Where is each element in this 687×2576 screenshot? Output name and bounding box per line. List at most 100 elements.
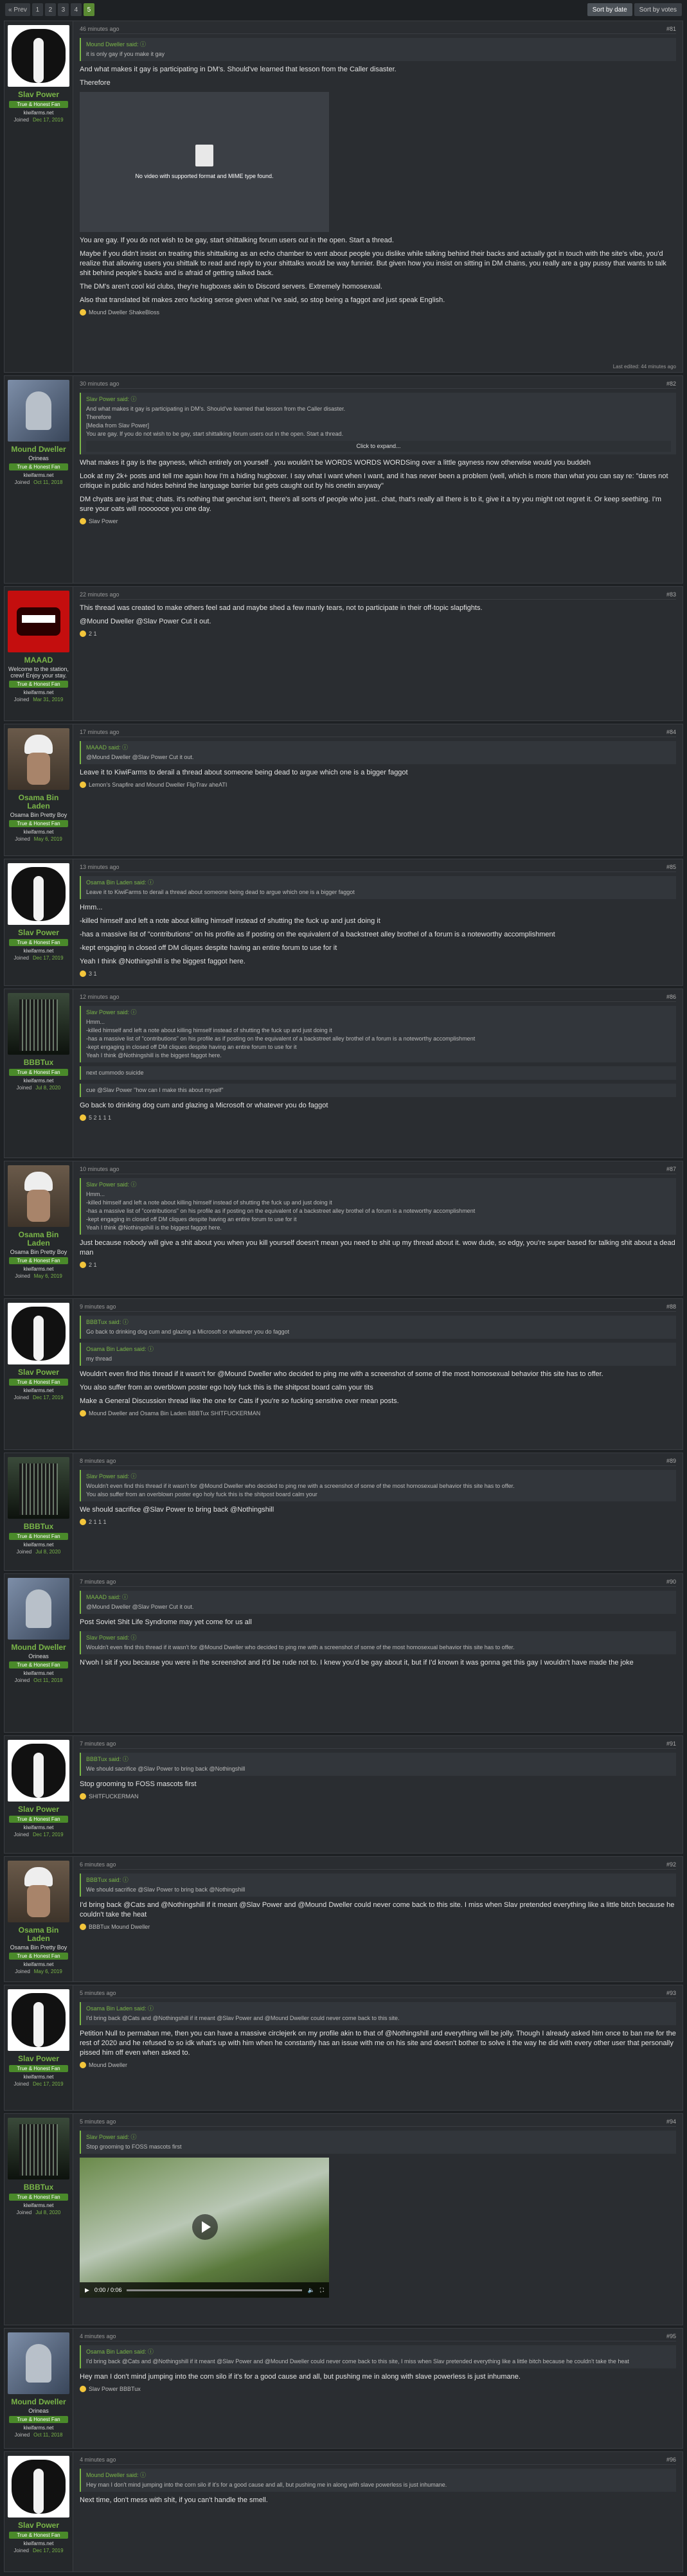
post-number-link[interactable]: #81 <box>666 26 676 32</box>
sort-by-votes-button[interactable]: Sort by votes <box>634 3 682 16</box>
avatar[interactable] <box>8 2456 69 2518</box>
avatar[interactable] <box>8 380 69 442</box>
quote-attribution[interactable]: BBBTux said: ⓘ <box>86 1318 671 1327</box>
quote-attribution[interactable]: Slav Power said: ⓘ <box>86 1181 671 1189</box>
quote-block[interactable]: Slav Power said: ⓘ Hmm... -killed himself … <box>80 1006 676 1062</box>
avatar[interactable] <box>8 25 69 87</box>
post-number-link[interactable]: #91 <box>666 1740 676 1747</box>
quote-block[interactable]: Mound Dweller said: ⓘ Hey man I don't min… <box>80 2469 676 2492</box>
post-timestamp[interactable]: 5 minutes ago <box>80 2118 116 2125</box>
reaction-bar[interactable]: 3 1 <box>80 970 676 977</box>
reaction-bar[interactable]: Lemon's Snapfire and Mound Dweller FlipT… <box>80 782 676 788</box>
quote-attribution[interactable]: Osama Bin Laden said: ⓘ <box>86 2005 671 2013</box>
quote-attribution[interactable]: Slav Power said: ⓘ <box>86 1634 671 1642</box>
play-pause-icon[interactable]: ▶ <box>85 2287 89 2294</box>
username-link[interactable]: Osama Bin Laden <box>7 1231 70 1248</box>
reaction-bar[interactable]: Slav Power BBBTux <box>80 2386 676 2392</box>
quote-block[interactable]: next cummodo suicide <box>80 1066 676 1080</box>
reaction-bar[interactable]: SHITFUCKERMAN <box>80 1793 676 1800</box>
reaction-summary[interactable]: Slav Power <box>89 518 118 524</box>
post-timestamp[interactable]: 17 minutes ago <box>80 729 120 735</box>
fullscreen-icon[interactable]: ⛶ <box>320 2287 324 2294</box>
quote-block[interactable]: MAAAD said: ⓘ @Mound Dweller @Slav Power … <box>80 1591 676 1614</box>
quote-attribution[interactable]: MAAAD said: ⓘ <box>86 744 671 752</box>
username-link[interactable]: MAAAD <box>24 656 53 665</box>
quote-attribution[interactable]: Mound Dweller said: ⓘ <box>86 40 671 49</box>
quote-block[interactable]: Slav Power said: ⓘ Wouldn't even find thi… <box>80 1631 676 1654</box>
avatar[interactable] <box>8 1165 69 1227</box>
username-link[interactable]: Slav Power <box>18 2055 59 2063</box>
username-link[interactable]: Osama Bin Laden <box>7 1926 70 1943</box>
reaction-summary[interactable]: Mound Dweller <box>89 2062 127 2068</box>
avatar[interactable] <box>8 993 69 1055</box>
avatar[interactable] <box>8 1861 69 1922</box>
post-number-link[interactable]: #83 <box>666 591 676 598</box>
quote-block[interactable]: Osama Bin Laden said: ⓘ I'd bring back @C… <box>80 2002 676 2025</box>
post-number-link[interactable]: #86 <box>666 994 676 1000</box>
avatar[interactable] <box>8 1740 69 1802</box>
reaction-bar[interactable]: Mound Dweller and Osama Bin Laden BBBTux… <box>80 1410 676 1417</box>
post-timestamp[interactable]: 7 minutes ago <box>80 1740 116 1747</box>
quote-attribution[interactable]: Osama Bin Laden said: ⓘ <box>86 2348 671 2356</box>
reaction-bar[interactable]: Mound Dweller ShakeBloss <box>80 309 676 316</box>
post-number-link[interactable]: #92 <box>666 1861 676 1868</box>
quote-block[interactable]: Slav Power said: ⓘ Stop grooming to FOSS … <box>80 2131 676 2154</box>
post-timestamp[interactable]: 7 minutes ago <box>80 1579 116 1585</box>
reaction-bar[interactable]: 2 1 <box>80 1262 676 1268</box>
quote-block[interactable]: BBBTux said: ⓘ We should sacrifice @Slav … <box>80 1874 676 1897</box>
quote-block[interactable]: BBBTux said: ⓘ We should sacrifice @Slav … <box>80 1753 676 1776</box>
post-timestamp[interactable]: 46 minutes ago <box>80 26 120 32</box>
post-timestamp[interactable]: 4 minutes ago <box>80 2333 116 2339</box>
reaction-summary[interactable]: BBBTux Mound Dweller <box>89 1924 150 1930</box>
post-number-link[interactable]: #85 <box>666 864 676 870</box>
username-link[interactable]: Mound Dweller <box>11 2398 66 2406</box>
avatar[interactable] <box>8 591 69 652</box>
post-timestamp[interactable]: 12 minutes ago <box>80 994 120 1000</box>
quote-block[interactable]: BBBTux said: ⓘ Go back to drinking dog cu… <box>80 1316 676 1339</box>
avatar[interactable] <box>8 1989 69 2051</box>
reaction-bar[interactable]: 2 1 <box>80 631 676 637</box>
username-link[interactable]: BBBTux <box>24 1523 53 1531</box>
quote-attribution[interactable]: Osama Bin Laden said: ⓘ <box>86 879 671 887</box>
post-timestamp[interactable]: 5 minutes ago <box>80 1990 116 1996</box>
username-link[interactable]: Mound Dweller <box>11 1643 66 1652</box>
reaction-summary[interactable]: 5 2 1 1 1 <box>89 1114 111 1121</box>
avatar[interactable] <box>8 1303 69 1364</box>
video-player[interactable]: ▶ 0:00 / 0:06 🔈 ⛶ <box>80 2158 329 2298</box>
username-link[interactable]: Slav Power <box>18 1368 59 1377</box>
play-icon[interactable] <box>192 2214 218 2240</box>
reaction-bar[interactable]: Slav Power <box>80 518 676 524</box>
quote-block[interactable]: Slav Power said: ⓘ Wouldn't even find thi… <box>80 1470 676 1501</box>
unsupported-video[interactable]: No video with supported format and MIME … <box>80 92 329 232</box>
post-number-link[interactable]: #84 <box>666 729 676 735</box>
avatar[interactable] <box>8 2118 69 2179</box>
quote-attribution[interactable]: BBBTux said: ⓘ <box>86 1755 671 1764</box>
page-button-1[interactable]: 1 <box>31 3 43 16</box>
reaction-bar[interactable]: 2 1 1 1 <box>80 1519 676 1525</box>
avatar[interactable] <box>8 1578 69 1640</box>
reaction-bar[interactable]: BBBTux Mound Dweller <box>80 1924 676 1930</box>
reaction-summary[interactable]: 2 1 <box>89 631 97 637</box>
post-number-link[interactable]: #94 <box>666 2118 676 2125</box>
sort-by-date-button[interactable]: Sort by date <box>587 3 632 16</box>
volume-icon[interactable]: 🔈 <box>307 2287 314 2294</box>
reaction-summary[interactable]: Lemon's Snapfire and Mound Dweller FlipT… <box>89 782 227 788</box>
username-link[interactable]: BBBTux <box>24 2183 53 2192</box>
post-number-link[interactable]: #82 <box>666 380 676 387</box>
post-number-link[interactable]: #95 <box>666 2333 676 2339</box>
quote-block[interactable]: Osama Bin Laden said: ⓘ Leave it to KiwiF… <box>80 876 676 899</box>
reaction-summary[interactable]: 2 1 1 1 <box>89 1519 107 1525</box>
post-timestamp[interactable]: 13 minutes ago <box>80 864 120 870</box>
quote-block[interactable]: Osama Bin Laden said: ⓘ I'd bring back @C… <box>80 2345 676 2368</box>
page-button-5-current[interactable]: 5 <box>83 3 94 16</box>
page-button-4[interactable]: 4 <box>70 3 82 16</box>
reaction-summary[interactable]: 3 1 <box>89 970 97 977</box>
username-link[interactable]: BBBTux <box>24 1059 53 1067</box>
quote-block[interactable]: cue @Slav Power "how can I make this abo… <box>80 1084 676 1097</box>
avatar[interactable] <box>8 1457 69 1519</box>
quote-attribution[interactable]: Mound Dweller said: ⓘ <box>86 2471 671 2480</box>
reaction-bar[interactable]: 5 2 1 1 1 <box>80 1114 676 1121</box>
post-number-link[interactable]: #96 <box>666 2456 676 2463</box>
page-button-3[interactable]: 3 <box>57 3 69 16</box>
post-timestamp[interactable]: 30 minutes ago <box>80 380 120 387</box>
